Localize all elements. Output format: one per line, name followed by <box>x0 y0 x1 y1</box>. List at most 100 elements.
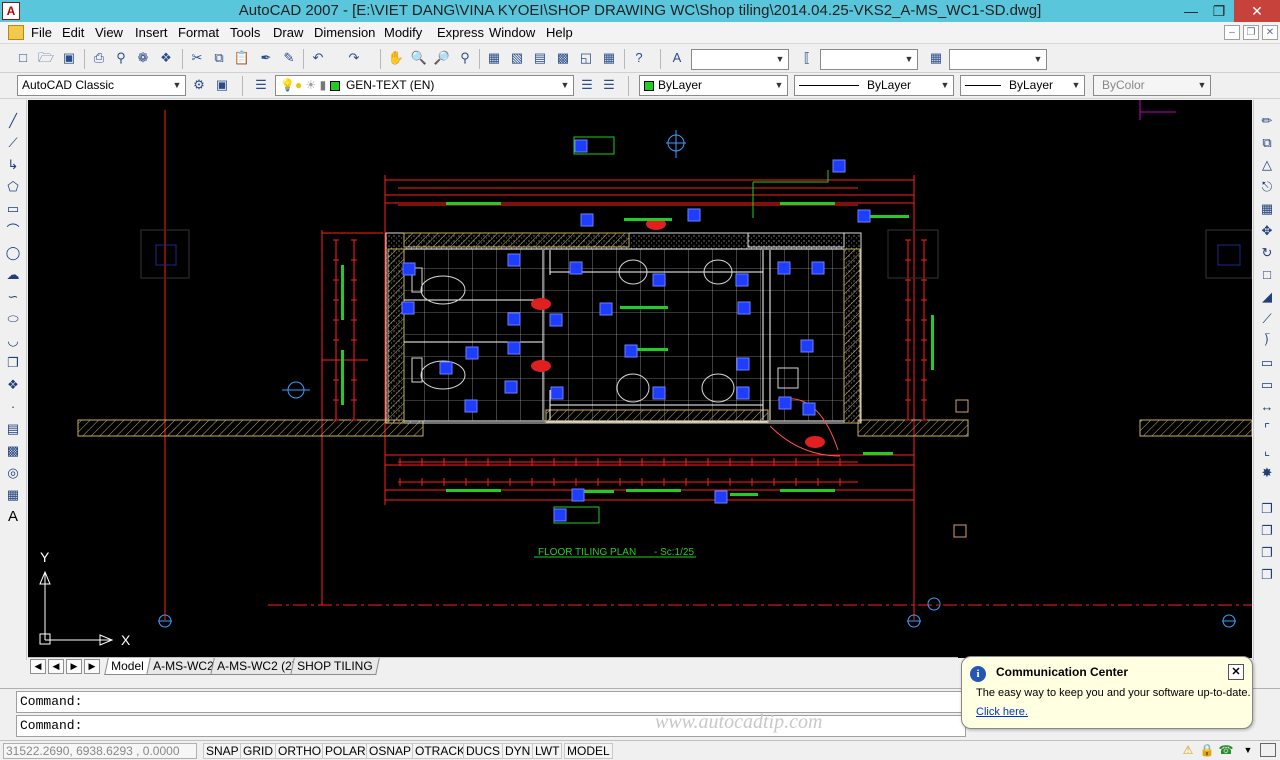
coordinates-display[interactable]: 31522.2690, 6938.6293 , 0.0000 <box>3 743 197 759</box>
menu-file[interactable]: File <box>31 25 52 40</box>
grip-marker[interactable] <box>507 312 521 326</box>
polyline-icon[interactable]: ↳ <box>4 156 22 174</box>
snap-toggle[interactable]: SNAP <box>203 743 242 759</box>
model-space-toggle[interactable]: MODEL <box>564 743 613 759</box>
break-at-point-icon[interactable]: ▭ <box>1258 354 1276 372</box>
copy-object-icon[interactable]: ⧉ <box>1258 134 1276 152</box>
grip-marker[interactable] <box>811 261 825 275</box>
grip-marker[interactable] <box>687 208 701 222</box>
tab-model[interactable]: Model <box>104 658 151 675</box>
grip-marker[interactable] <box>714 490 728 504</box>
trim-icon[interactable]: ⟋ <box>1258 310 1276 328</box>
menu-express[interactable]: Express <box>437 25 484 40</box>
layer-select[interactable]: 💡● ☀ ▮ GEN-TEXT (EN) ▼ <box>275 75 574 96</box>
grip-marker[interactable] <box>580 213 594 227</box>
menu-insert[interactable]: Insert <box>135 25 168 40</box>
zoom-previous-icon[interactable]: ⚲ <box>456 49 474 67</box>
ellipse-icon[interactable]: ⬭ <box>4 310 22 328</box>
design-center-icon[interactable]: ▧ <box>508 49 526 67</box>
polygon-icon[interactable]: ⬠ <box>4 178 22 196</box>
save-icon[interactable]: ▣ <box>60 49 78 67</box>
draworder-under-icon[interactable]: ❐ <box>1258 566 1276 584</box>
calculator-icon[interactable]: ▦ <box>600 49 618 67</box>
grip-marker[interactable] <box>464 399 478 413</box>
copy-icon[interactable]: ⧉ <box>210 49 228 67</box>
cut-icon[interactable]: ✂ <box>188 49 206 67</box>
notification-link[interactable]: Click here. <box>976 706 1028 718</box>
explode-icon[interactable]: ✸ <box>1258 464 1276 482</box>
plotstyle-select[interactable]: ByColor ▼ <box>1093 75 1211 96</box>
gradient-icon[interactable]: ▩ <box>4 442 22 460</box>
multiline-text-icon[interactable]: A <box>4 508 22 526</box>
grip-marker[interactable] <box>553 508 567 522</box>
close-button[interactable]: ✕ <box>1234 0 1280 22</box>
grip-marker[interactable] <box>599 302 613 316</box>
text-style-select[interactable]: ▼ <box>691 49 789 70</box>
grip-marker[interactable] <box>802 402 816 416</box>
tab-shop-tiling[interactable]: SHOP TILING <box>290 658 380 675</box>
minimize-button[interactable]: — <box>1176 0 1206 22</box>
draworder-back-icon[interactable]: ❐ <box>1258 522 1276 540</box>
make-current-layer-icon[interactable]: ☰ <box>578 76 596 94</box>
color-select[interactable]: ByLayer ▼ <box>639 75 788 96</box>
workspace-save-icon[interactable]: ▣ <box>213 76 231 94</box>
draworder-above-icon[interactable]: ❐ <box>1258 544 1276 562</box>
insert-block-icon[interactable]: ❐ <box>4 354 22 372</box>
grid-toggle[interactable]: GRID <box>240 743 276 759</box>
table-style-select[interactable]: ▼ <box>949 49 1047 70</box>
move-icon[interactable]: ✥ <box>1258 222 1276 240</box>
polar-toggle[interactable]: POLAR <box>322 743 369 759</box>
line-icon[interactable]: ╱ <box>4 112 22 130</box>
warning-icon[interactable]: ⚠ <box>1180 743 1196 757</box>
grip-marker[interactable] <box>832 159 846 173</box>
workspace-select[interactable]: AutoCAD Classic ▼ <box>17 75 186 96</box>
layer-previous-icon[interactable]: ☰ <box>600 76 618 94</box>
ortho-toggle[interactable]: ORTHO <box>275 743 325 759</box>
lwt-toggle[interactable]: LWT <box>532 743 563 759</box>
command-input[interactable]: Command: <box>16 715 966 737</box>
status-menu-arrow-icon[interactable]: ▼ <box>1240 743 1256 757</box>
array-icon[interactable]: ▦ <box>1258 200 1276 218</box>
grip-marker[interactable] <box>569 261 583 275</box>
fillet-icon[interactable]: ⌞ <box>1258 442 1276 460</box>
sheet-set-icon[interactable]: ▩ <box>554 49 572 67</box>
grip-marker[interactable] <box>800 339 814 353</box>
circle-icon[interactable]: ◯ <box>4 244 22 262</box>
grip-marker[interactable] <box>550 386 564 400</box>
restore-button[interactable]: ❐ <box>1204 0 1234 22</box>
ellipse-arc-icon[interactable]: ◡ <box>4 332 22 350</box>
lineweight-select[interactable]: ByLayer ▼ <box>960 75 1085 96</box>
grip-marker[interactable] <box>652 386 666 400</box>
grip-marker[interactable] <box>571 488 585 502</box>
table-style-icon[interactable]: ▦ <box>927 49 945 67</box>
new-icon[interactable]: □ <box>14 49 32 67</box>
block-editor-icon[interactable]: ✎ <box>280 49 298 67</box>
point-icon[interactable]: · <box>4 398 22 416</box>
spline-icon[interactable]: ∽ <box>4 288 22 306</box>
grip-marker[interactable] <box>652 273 666 287</box>
pan-icon[interactable]: ✋ <box>387 49 405 67</box>
menu-window[interactable]: Window <box>489 25 535 40</box>
match-properties-icon[interactable]: ✒ <box>257 49 275 67</box>
tab-a-ms-wc2[interactable]: A-MS-WC2 <box>146 658 221 675</box>
grip-marker[interactable] <box>857 209 871 223</box>
construction-line-icon[interactable]: ⟋ <box>4 134 22 152</box>
otrack-toggle[interactable]: OTRACK <box>412 743 469 759</box>
dim-style-select[interactable]: ▼ <box>820 49 918 70</box>
zoom-window-icon[interactable]: 🔎 <box>433 49 451 67</box>
lock-icon[interactable]: 🔒 <box>1199 743 1215 757</box>
plot-icon[interactable]: ⎙ <box>90 49 108 67</box>
menu-draw[interactable]: Draw <box>273 25 303 40</box>
mirror-icon[interactable]: △ <box>1258 156 1276 174</box>
grip-marker[interactable] <box>439 361 453 375</box>
join-icon[interactable]: ↔ <box>1258 398 1276 416</box>
erase-icon[interactable]: ✏ <box>1258 112 1276 130</box>
grip-marker[interactable] <box>504 380 518 394</box>
rectangle-icon[interactable]: ▭ <box>4 200 22 218</box>
document-icon[interactable] <box>8 25 24 40</box>
paste-icon[interactable]: 📋 <box>233 49 251 67</box>
redo-icon[interactable]: ↷ <box>345 49 363 67</box>
doc-restore-button[interactable]: ❐ <box>1243 25 1259 40</box>
open-icon[interactable]: 🗁 <box>37 49 55 67</box>
grip-marker[interactable] <box>507 341 521 355</box>
